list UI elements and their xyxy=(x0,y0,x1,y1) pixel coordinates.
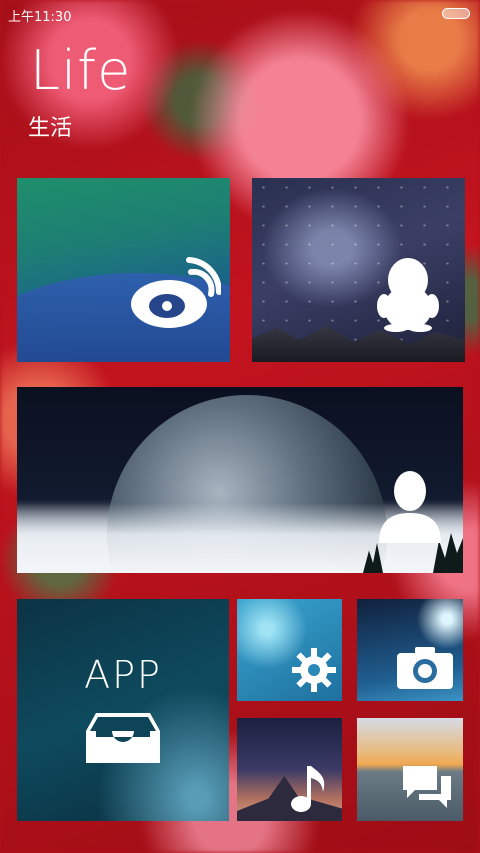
qq-penguin-icon xyxy=(377,258,439,332)
status-time: 上午11:30 xyxy=(8,10,72,25)
contacts-tile[interactable] xyxy=(17,387,463,573)
camera-icon xyxy=(397,647,453,689)
settings-tile[interactable] xyxy=(237,599,342,701)
app-label: APP xyxy=(84,653,162,697)
weibo-icon xyxy=(131,257,221,328)
page-subtitle: 生活 xyxy=(28,116,73,141)
music-note-icon xyxy=(291,766,325,812)
camera-tile[interactable] xyxy=(357,599,463,701)
music-tile[interactable] xyxy=(237,718,342,821)
app-tile[interactable]: APP xyxy=(17,599,229,821)
person-icon xyxy=(379,471,441,543)
status-bar: 上午11:30 xyxy=(0,0,480,28)
gear-icon xyxy=(292,648,336,692)
chat-bubbles-icon xyxy=(403,766,451,808)
qq-tile[interactable] xyxy=(252,178,465,362)
weibo-tile[interactable] xyxy=(17,178,230,362)
battery-icon xyxy=(442,8,470,19)
inbox-tray-icon xyxy=(86,713,160,763)
page-title: Life xyxy=(30,39,132,102)
messages-tile[interactable] xyxy=(357,718,463,821)
